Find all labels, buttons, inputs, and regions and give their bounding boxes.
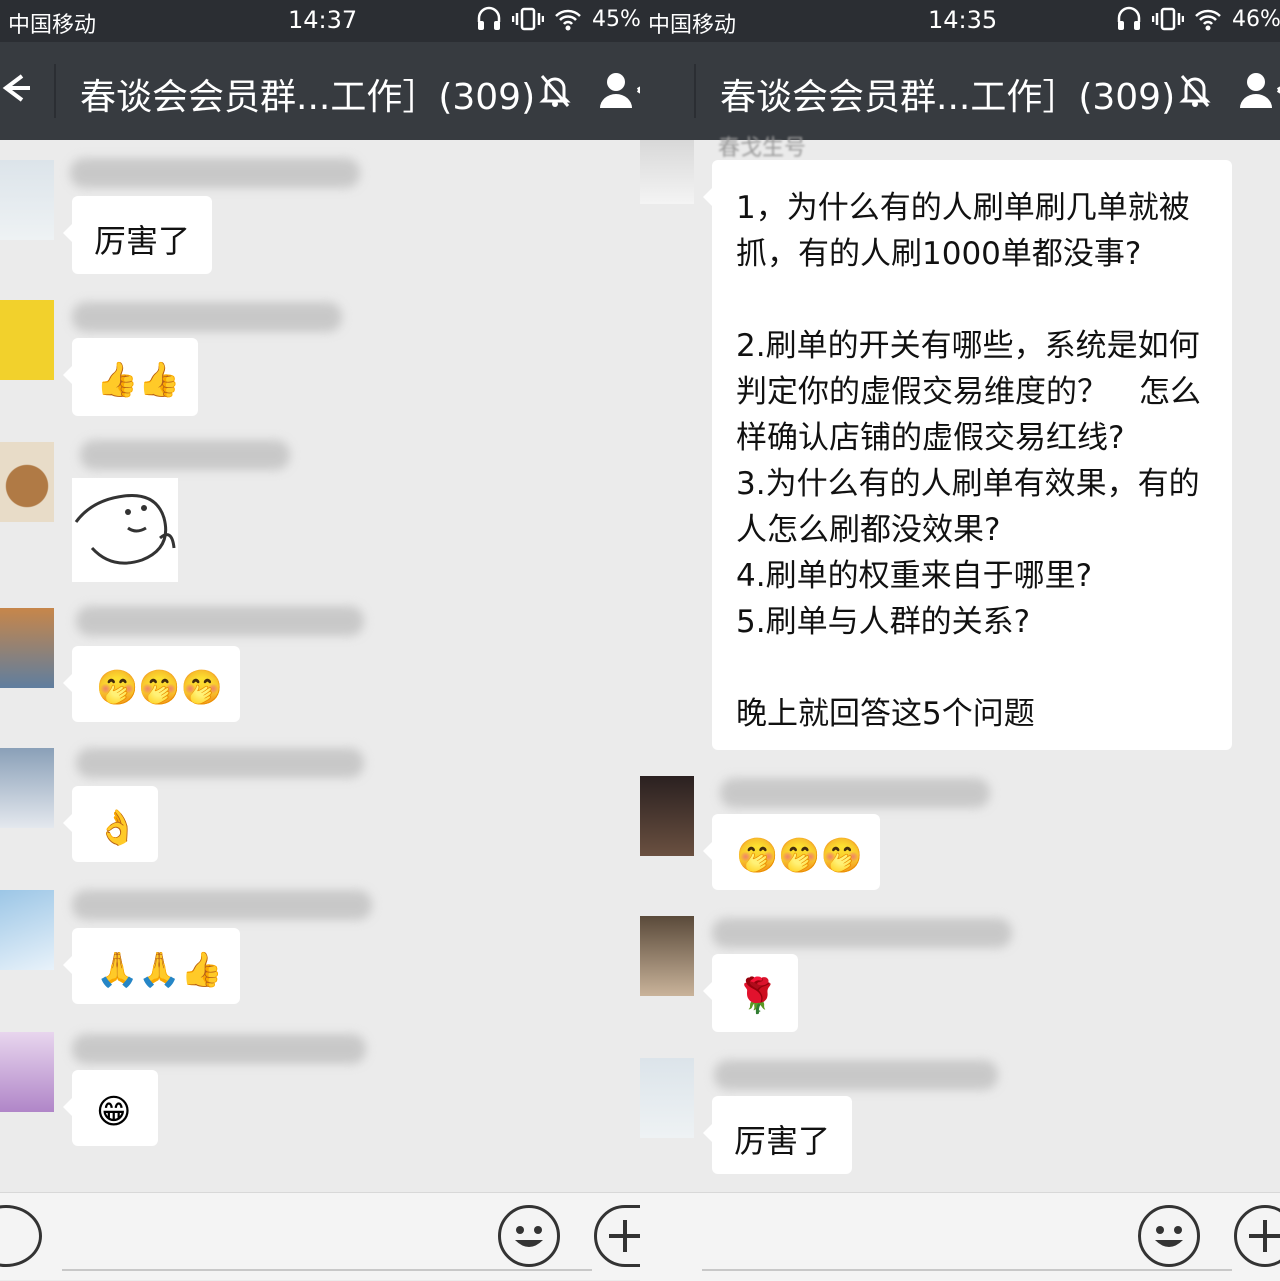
message-line: 1，为什么有的人刷单刷几单就被	[736, 190, 1190, 226]
avatar[interactable]	[640, 140, 694, 204]
header-divider	[694, 64, 696, 118]
vibrate-icon	[1152, 7, 1184, 31]
carrier-label: 中国移动	[8, 13, 97, 38]
emoji-button[interactable]	[1138, 1205, 1200, 1267]
message-emoji: 👌	[96, 808, 139, 848]
headphones-icon	[1117, 6, 1141, 30]
sender-name-blurred	[720, 778, 990, 808]
chat-title: 春谈会会员群...工作］(309)	[720, 77, 1176, 118]
message-text: 厉害了	[94, 222, 191, 260]
avatar[interactable]	[0, 442, 54, 522]
avatar[interactable]	[640, 776, 694, 856]
input-underline[interactable]	[702, 1269, 1232, 1271]
left-chat-screen: 中国移动 14:37 45% 春谈会会员群...工作］(309) 厉害了 👍👍	[0, 0, 640, 1280]
chat-header: 春谈会会员群...工作］(309)	[0, 42, 640, 140]
message-line: 晚上就回答这5个问题	[736, 696, 1035, 732]
message-bubble[interactable]: 😁	[63, 1070, 158, 1146]
sender-name-blurred	[714, 1060, 998, 1090]
chat-title: 春谈会会员群...工作］(309)	[80, 77, 536, 118]
headphones-icon	[477, 6, 501, 30]
message-line: 4.刷单的权重来自于哪里?	[736, 558, 1093, 594]
message-emoji: 🤭🤭🤭	[736, 836, 864, 876]
message-bubble[interactable]: 👌	[63, 786, 158, 862]
sender-name-blurred	[76, 606, 364, 636]
add-more-button[interactable]	[594, 1205, 640, 1267]
message-emoji: 🌹	[736, 976, 779, 1016]
vibrate-icon	[512, 7, 544, 31]
clock: 14:35	[928, 6, 998, 34]
message-bubble[interactable]: 👍👍	[63, 338, 198, 416]
avatar[interactable]	[640, 1058, 694, 1138]
status-icons: 45%	[476, 6, 640, 32]
sender-name: 春戈生号	[718, 136, 807, 161]
header-divider	[54, 64, 56, 118]
input-bar	[0, 1192, 640, 1280]
message-bubble[interactable]: 厉害了	[63, 196, 212, 274]
input-underline[interactable]	[62, 1269, 592, 1271]
message-text: 厉害了	[734, 1122, 831, 1160]
sticker-image[interactable]	[72, 478, 178, 582]
message-line: 抓，有的人刷1000单都没事?	[736, 236, 1142, 272]
sender-name-blurred	[76, 748, 364, 778]
message-line: 5.刷单与人群的关系?	[736, 604, 1031, 640]
message-line: 判定你的虚假交易维度的？ 怎么	[736, 374, 1201, 410]
avatar[interactable]	[0, 1032, 54, 1112]
status-icons: 46%	[1116, 6, 1280, 32]
sender-name-blurred	[80, 440, 290, 470]
sender-name-blurred	[712, 918, 1012, 948]
avatar[interactable]	[0, 748, 54, 828]
wifi-icon	[555, 9, 581, 31]
message-emoji: 😁	[96, 1092, 132, 1132]
battery-label: 46%	[1232, 6, 1280, 32]
battery-label: 45%	[592, 6, 640, 32]
mute-bell-icon	[1178, 72, 1212, 112]
status-bar: 中国移动 14:37 45%	[0, 0, 640, 42]
message-line: 2.刷单的开关有哪些，系统是如何	[736, 328, 1200, 364]
wifi-icon	[1195, 9, 1221, 31]
message-bubble[interactable]: 🙏🙏👍	[63, 928, 240, 1004]
message-line: 样确认店铺的虚假交易红线?	[736, 420, 1125, 456]
status-bar: 中国移动 14:35 46%	[640, 0, 1280, 42]
avatar[interactable]	[0, 608, 54, 688]
sender-name-blurred	[72, 890, 372, 920]
message-bubble[interactable]: 🤭🤭🤭	[703, 814, 880, 890]
sender-name-blurred	[72, 1034, 366, 1064]
add-more-button[interactable]	[1234, 1205, 1280, 1267]
avatar[interactable]	[0, 160, 54, 240]
sender-name-blurred	[70, 158, 360, 188]
message-line: 3.为什么有的人刷单有效果，有的	[736, 466, 1200, 502]
long-message-bubble[interactable]: 1，为什么有的人刷单刷几单就被 抓，有的人刷1000单都没事? 2.刷单的开关有…	[703, 160, 1232, 750]
message-line: 人怎么刷都没效果?	[736, 512, 1001, 548]
message-emoji: 🤭🤭🤭	[96, 668, 224, 708]
mute-bell-icon	[538, 72, 572, 112]
back-arrow-icon[interactable]	[0, 68, 40, 117]
sender-name-blurred	[72, 302, 342, 332]
avatar[interactable]	[640, 916, 694, 996]
group-members-icon[interactable]	[1238, 70, 1280, 114]
carrier-label: 中国移动	[648, 13, 737, 38]
avatar[interactable]	[0, 890, 54, 970]
message-bubble[interactable]: 🌹	[703, 954, 798, 1032]
clock: 14:37	[288, 6, 358, 34]
input-bar	[640, 1192, 1280, 1281]
voice-toggle-icon[interactable]	[0, 1205, 42, 1267]
message-bubble[interactable]: 厉害了	[703, 1096, 852, 1174]
chat-header: 春谈会会员群...工作］(309)	[640, 42, 1280, 140]
message-emoji: 👍👍	[96, 360, 181, 400]
avatar[interactable]	[0, 300, 54, 380]
message-bubble[interactable]: 🤭🤭🤭	[63, 646, 240, 722]
group-members-icon[interactable]	[598, 70, 640, 114]
message-emoji: 🙏🙏👍	[96, 950, 224, 990]
emoji-button[interactable]	[498, 1205, 560, 1267]
